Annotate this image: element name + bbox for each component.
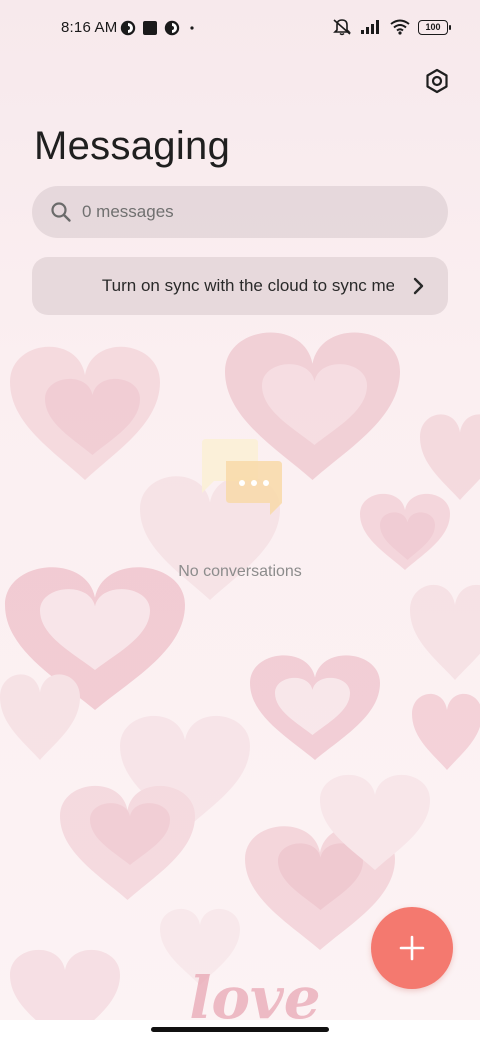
stop-icon bbox=[143, 20, 157, 35]
new-message-button[interactable] bbox=[371, 907, 453, 989]
settings-icon bbox=[426, 68, 448, 94]
plus-icon bbox=[399, 935, 425, 961]
battery-indicator: 100 bbox=[418, 19, 451, 35]
empty-state-text: No conversations bbox=[178, 563, 302, 580]
app-notification-icon bbox=[120, 20, 136, 35]
dot-icon bbox=[190, 25, 194, 30]
settings-button[interactable] bbox=[420, 64, 454, 98]
signal-icon bbox=[361, 20, 379, 34]
wifi-icon bbox=[390, 19, 410, 35]
search-icon bbox=[51, 202, 71, 222]
status-system-icons: 100 bbox=[332, 18, 451, 36]
sync-banner[interactable]: Turn on sync with the cloud to sync mess… bbox=[32, 257, 448, 315]
status-notification-icons bbox=[120, 19, 198, 36]
sync-banner-text: Turn on sync with the cloud to sync mess… bbox=[101, 276, 394, 295]
sync-text-clip: Turn on sync with the cloud to sync mess… bbox=[58, 257, 394, 315]
home-indicator[interactable] bbox=[151, 1027, 329, 1032]
page-title: Messaging bbox=[34, 124, 231, 168]
status-bar: 8:16 AM 100 bbox=[0, 0, 480, 56]
search-bar[interactable] bbox=[32, 186, 448, 238]
search-input[interactable] bbox=[82, 186, 432, 238]
status-time: 8:16 AM bbox=[61, 19, 118, 36]
app-notification-icon bbox=[164, 20, 180, 35]
mute-icon bbox=[333, 19, 351, 36]
chevron-right-icon bbox=[413, 277, 424, 295]
chat-bubbles-icon bbox=[202, 439, 282, 515]
battery-level: 100 bbox=[425, 21, 441, 32]
navigation-bar bbox=[0, 1020, 480, 1040]
